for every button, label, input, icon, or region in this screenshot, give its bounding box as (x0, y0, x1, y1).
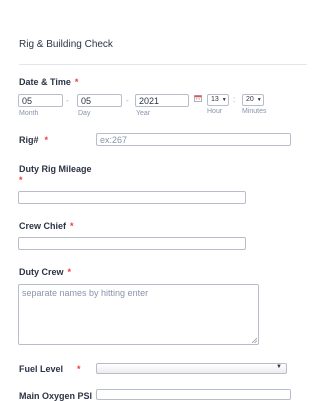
crew-chief-label-text: Crew Chief (19, 221, 67, 231)
duty-crew-textarea[interactable]: separate names by hitting enter (18, 284, 259, 345)
required-mark: * (77, 364, 81, 374)
crew-chief-label: Crew Chief * (19, 221, 74, 231)
month-sublabel: Month (19, 110, 39, 117)
minutes-sublabel: Minutes (242, 108, 267, 115)
resize-handle-icon[interactable] (251, 337, 257, 343)
fuel-level-label-text: Fuel Level (19, 364, 64, 374)
title-divider (19, 64, 307, 65)
hour-value: 13 (211, 96, 219, 103)
duty-crew-label: Duty Crew * (19, 267, 71, 277)
date-time-label-text: Date & Time (19, 77, 71, 87)
minutes-select[interactable]: 20 ▼ (242, 94, 264, 106)
chevron-down-icon: ▼ (256, 97, 262, 103)
day-sublabel: Day (78, 110, 91, 117)
minutes-value: 20 (246, 96, 254, 103)
duty-rig-mileage-input[interactable] (18, 191, 246, 204)
duty-crew-label-text: Duty Crew (19, 267, 64, 277)
year-input[interactable] (135, 94, 189, 107)
required-mark: * (70, 221, 74, 231)
month-input[interactable] (18, 94, 63, 107)
rig-label-text: Rig# (19, 135, 39, 145)
fuel-level-select[interactable]: ▼ (96, 363, 287, 374)
time-separator: : (233, 95, 236, 104)
required-mark: * (44, 135, 49, 145)
duty-crew-placeholder: separate names by hitting enter (22, 288, 149, 298)
date-time-label: Date & Time * (19, 77, 78, 87)
duty-rig-mileage-label: Duty Rig Mileage (19, 164, 92, 174)
required-mark: * (67, 267, 72, 277)
chevron-down-icon: ▼ (221, 97, 227, 103)
crew-chief-input[interactable] (18, 237, 246, 250)
hour-sublabel: Hour (207, 108, 223, 115)
required-mark: * (74, 77, 79, 87)
date-separator: - (66, 96, 69, 105)
main-oxygen-input[interactable] (96, 389, 291, 400)
year-sublabel: Year (136, 110, 151, 117)
required-mark: * (19, 175, 23, 185)
hour-select[interactable]: 13 ▼ (207, 94, 229, 106)
date-separator: - (126, 96, 129, 105)
rig-label: Rig# * (19, 135, 48, 145)
chevron-down-icon: ▼ (276, 364, 282, 370)
form-title: Rig & Building Check (19, 39, 113, 50)
day-input[interactable] (77, 94, 122, 107)
rig-number-input[interactable] (96, 133, 291, 146)
calendar-icon[interactable] (194, 94, 202, 102)
fuel-level-label: Fuel Level * (19, 364, 81, 374)
